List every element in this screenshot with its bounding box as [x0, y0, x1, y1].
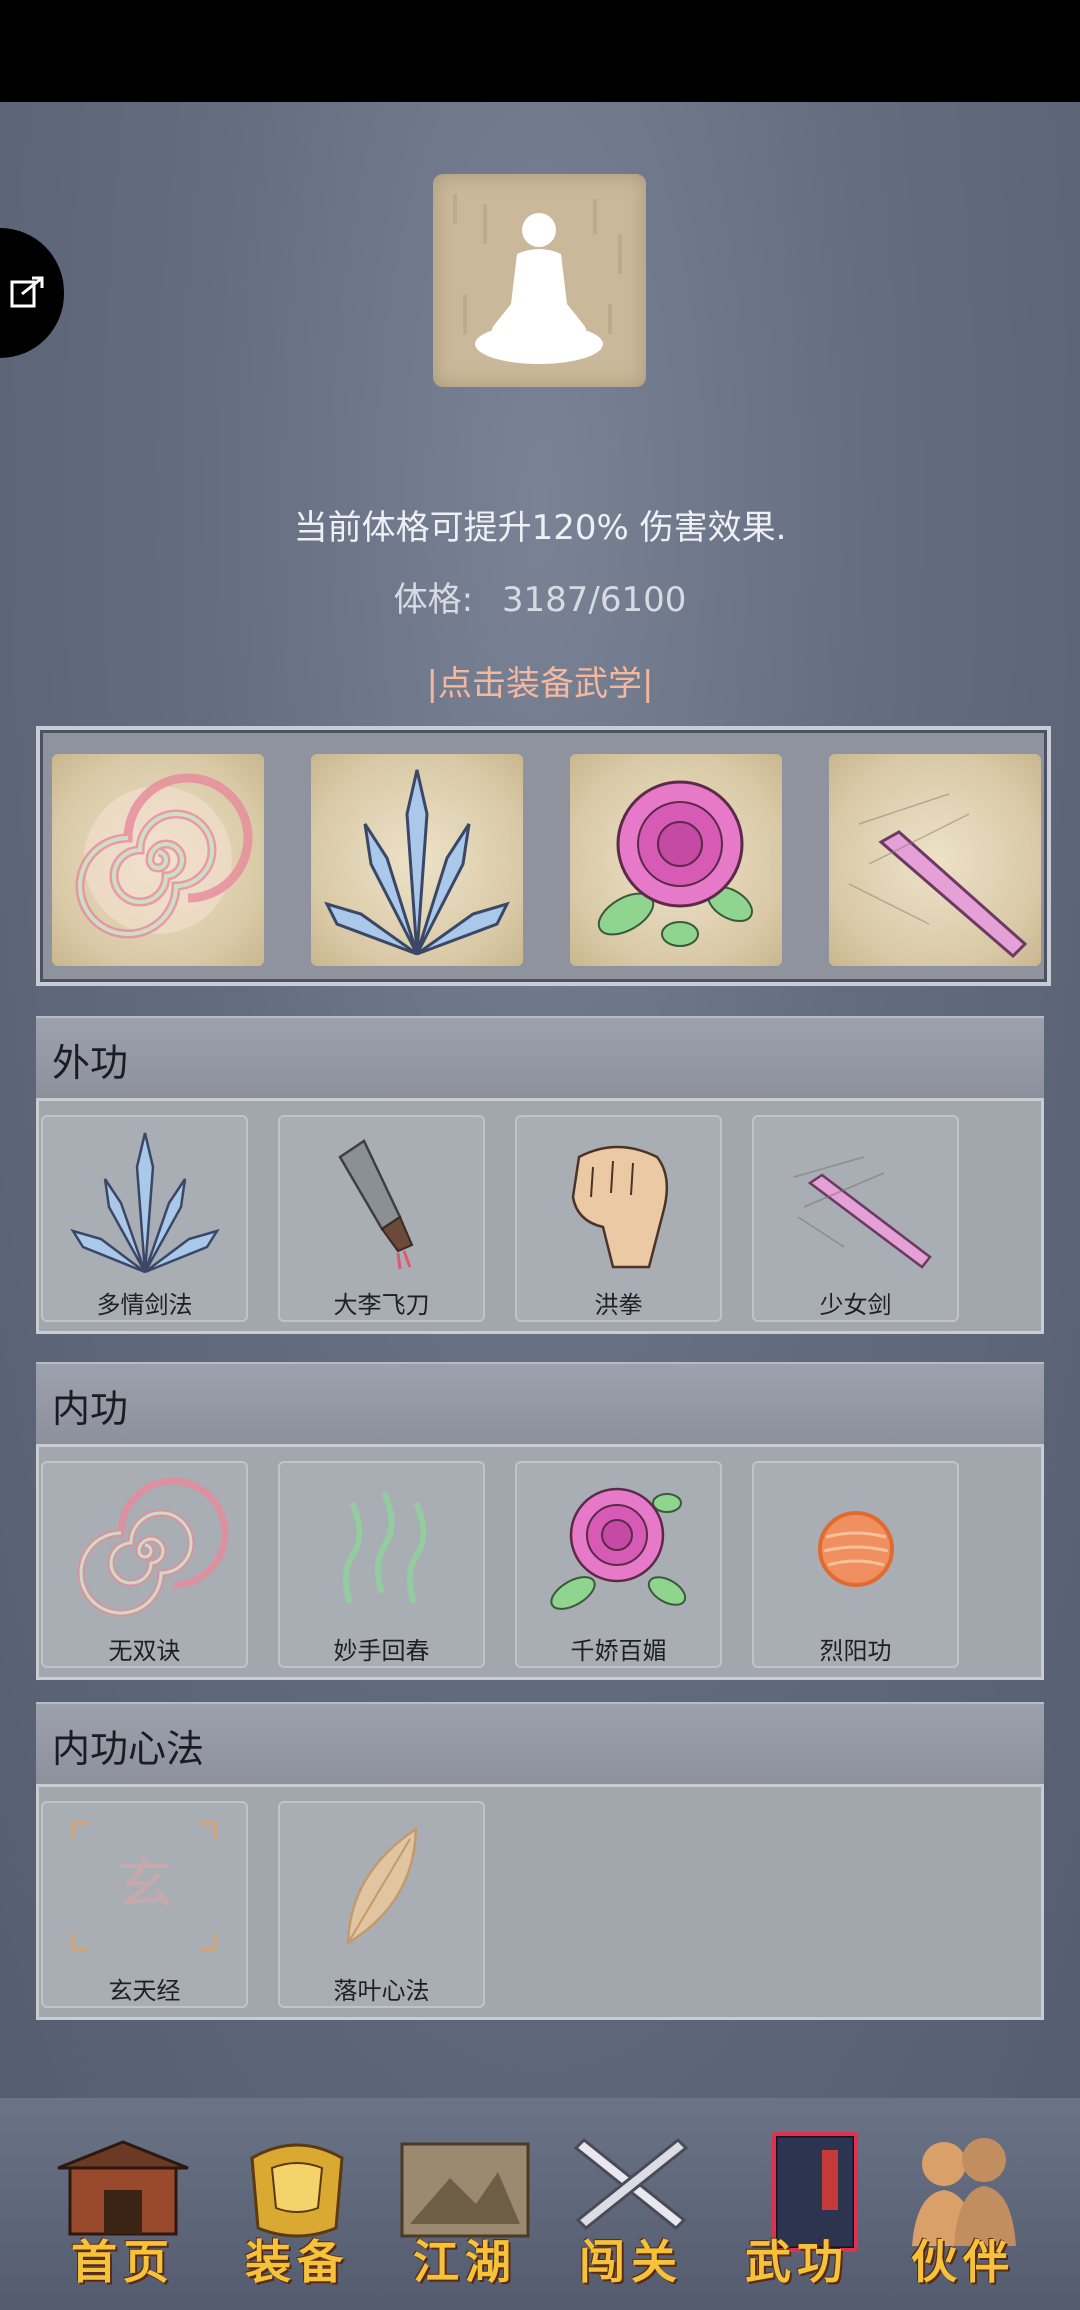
section-header-mind-method: 内功心法	[36, 1702, 1044, 1784]
pink-sword-icon	[848, 793, 1028, 959]
skill-name: 妙手回春	[333, 1637, 430, 1665]
skill-card[interactable]: 妙手回春	[278, 1461, 485, 1668]
equipped-slot-2[interactable]	[311, 754, 523, 966]
leaf-icon	[346, 1826, 418, 1946]
rose-icon	[550, 1487, 687, 1610]
bottom-navigation: 首页 装备 江湖 闯关 武功 伙伴	[0, 2098, 1080, 2310]
skill-name: 多情剑法	[96, 1291, 193, 1319]
physique-stat: 体格: 3187/6100	[0, 572, 1080, 621]
section-body-internal: 无双诀 妙手回春 千娇百媚 烈阳功	[36, 1444, 1044, 1680]
skill-name: 玄天经	[108, 1977, 181, 2005]
nav-jianghu[interactable]: 江湖	[390, 2128, 540, 2289]
swirl-icon	[77, 1477, 229, 1617]
blue-crystal-swords-icon	[70, 1132, 220, 1274]
nav-label: 首页	[71, 2235, 175, 2289]
rose-icon	[597, 780, 753, 947]
skill-card[interactable]: 少女剑	[752, 1115, 959, 1322]
fist-icon	[571, 1145, 669, 1269]
flying-cleaver-icon	[338, 1139, 414, 1270]
section-title: 内功心法	[52, 1727, 205, 1771]
share-icon	[10, 276, 44, 308]
section-body-external: 多情剑法 大李飞刀 洪拳 少女剑	[36, 1098, 1044, 1334]
skill-card[interactable]: 落叶心法	[278, 1801, 485, 2008]
equipped-slot-1[interactable]	[52, 754, 264, 966]
nav-martial-arts[interactable]: 武功	[722, 2128, 872, 2289]
skill-name: 少女剑	[819, 1291, 892, 1319]
nav-equipment[interactable]: 装备	[222, 2128, 372, 2289]
equipped-slot-4[interactable]	[829, 754, 1041, 966]
nav-label: 江湖	[413, 2235, 517, 2289]
nav-label: 伙伴	[911, 2235, 1015, 2289]
skill-name: 落叶心法	[333, 1977, 430, 2005]
xuan-glyph-icon: 玄	[71, 1821, 217, 1951]
status-bar	[0, 0, 1080, 102]
equip-hint[interactable]: |点击装备武学|	[0, 656, 1080, 705]
skill-name: 洪拳	[594, 1291, 643, 1319]
skill-card[interactable]: 玄 玄天经	[41, 1801, 248, 2008]
nav-challenge[interactable]: 闯关	[556, 2128, 706, 2289]
meditation-figure-icon	[453, 194, 622, 364]
skill-card[interactable]: 千娇百媚	[515, 1461, 722, 1668]
equipped-slot-3[interactable]	[570, 754, 782, 966]
orange-sun-icon	[818, 1511, 894, 1587]
skill-name: 烈阳功	[819, 1637, 892, 1665]
skill-card[interactable]: 大李飞刀	[278, 1115, 485, 1322]
skill-name: 千娇百媚	[570, 1637, 667, 1665]
blue-crystal-swords-icon	[324, 769, 510, 956]
swirl-icon	[75, 773, 253, 939]
skill-card[interactable]: 烈阳功	[752, 1461, 959, 1668]
section-title: 内功	[52, 1387, 129, 1431]
section-title: 外功	[52, 1041, 129, 1085]
nav-home[interactable]: 首页	[48, 2128, 198, 2289]
skill-name: 无双诀	[108, 1637, 181, 1665]
section-body-mind-method: 玄 玄天经 落叶心法	[36, 1784, 1044, 2020]
skill-card[interactable]: 无双诀	[41, 1461, 248, 1668]
section-header-internal: 内功	[36, 1362, 1044, 1444]
physique-stat-value: 3187/6100	[501, 580, 687, 620]
nav-companions[interactable]: 伙伴	[888, 2128, 1038, 2289]
pink-sword-icon	[793, 1156, 932, 1269]
nav-label: 闯关	[579, 2235, 683, 2289]
skill-name: 大李飞刀	[333, 1291, 430, 1319]
section-header-external: 外功	[36, 1016, 1044, 1098]
physique-effect-text: 当前体格可提升120% 伤害效果.	[293, 508, 787, 548]
skill-card[interactable]: 多情剑法	[41, 1115, 248, 1322]
physique-stat-label: 体格:	[393, 580, 474, 620]
green-waves-icon	[342, 1491, 427, 1604]
svg-text:玄: 玄	[117, 1852, 173, 1917]
nav-label: 装备	[245, 2235, 349, 2289]
equipped-skills-bar	[36, 726, 1051, 986]
skill-card[interactable]: 洪拳	[515, 1115, 722, 1322]
nav-label: 武功	[745, 2235, 849, 2289]
physique-portrait	[433, 174, 646, 387]
